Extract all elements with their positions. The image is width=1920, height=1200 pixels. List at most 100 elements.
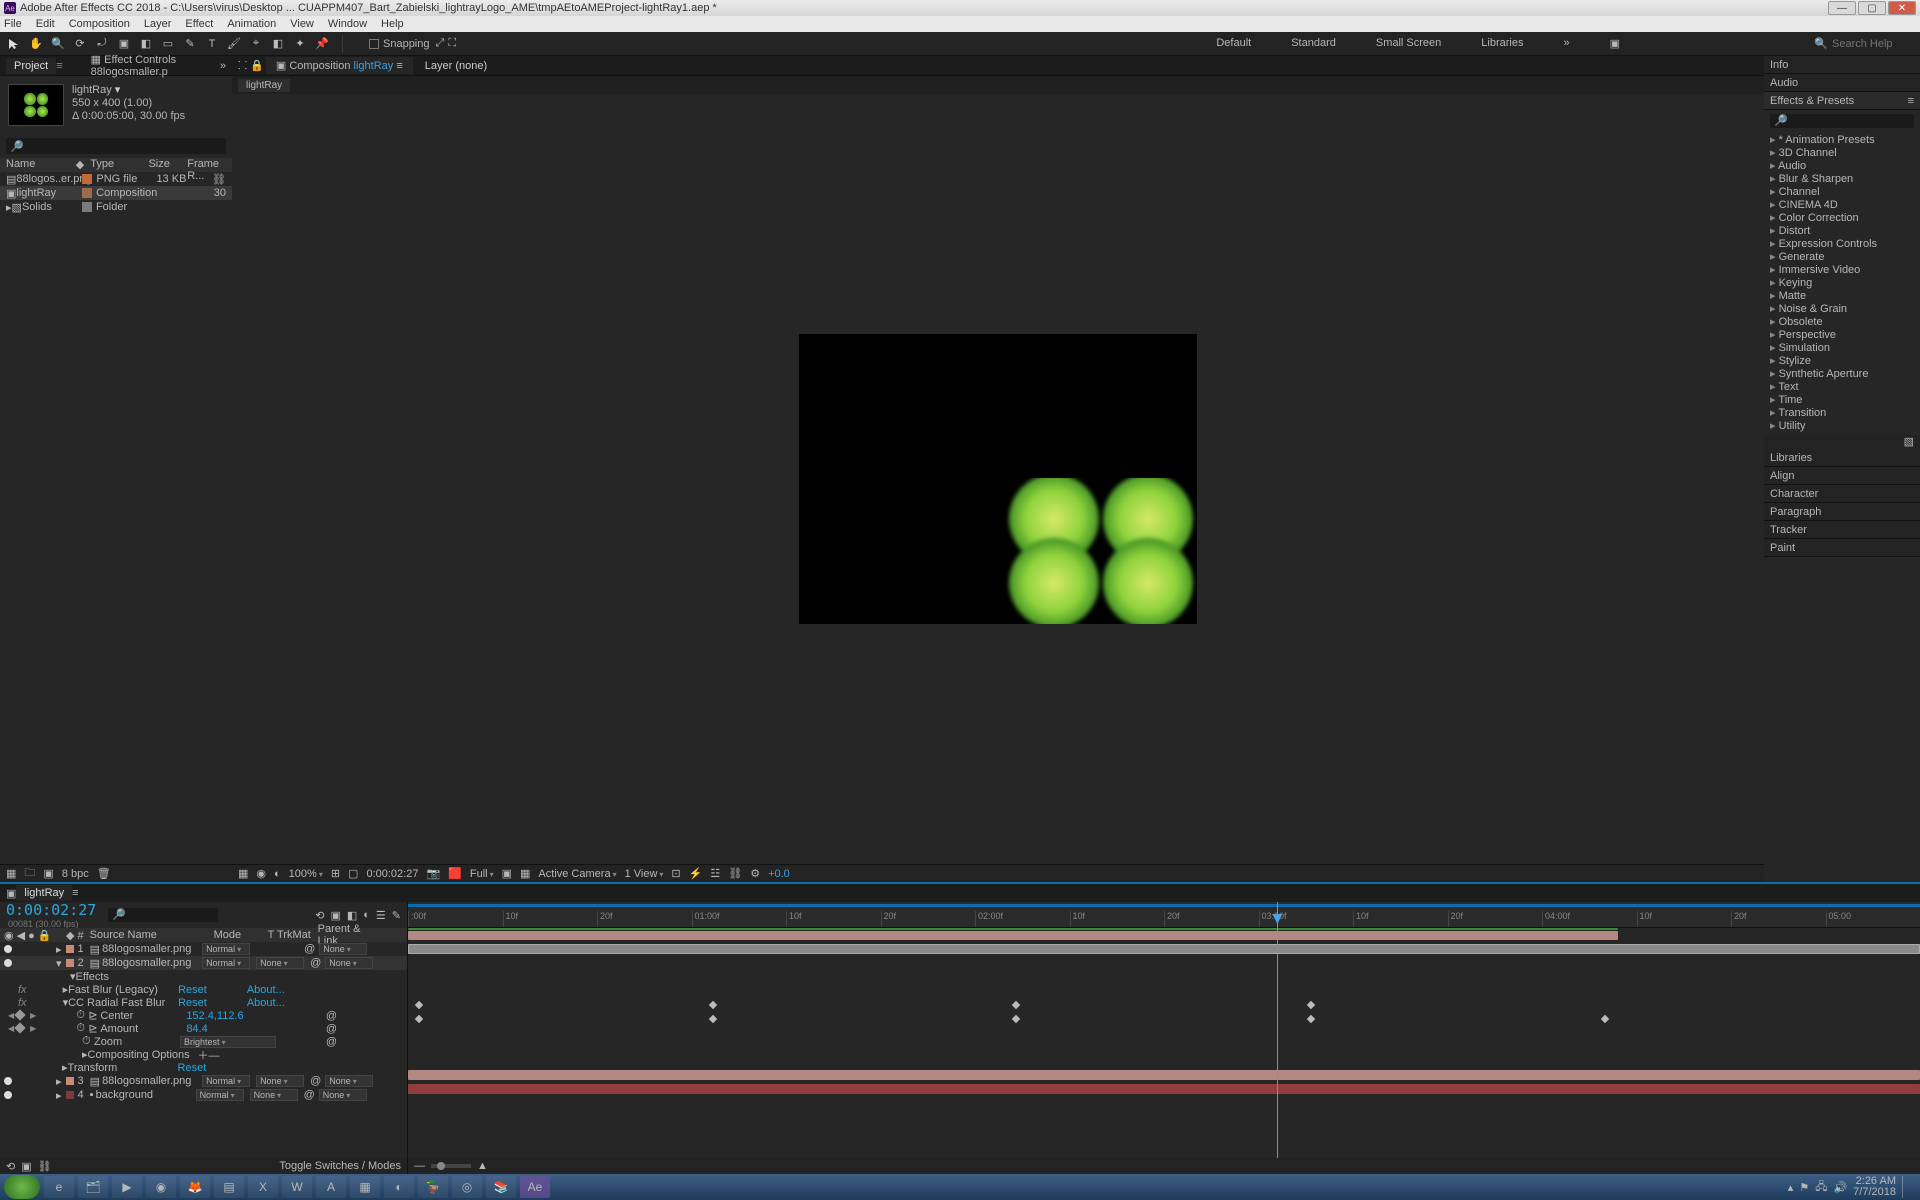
blend-mode-dropdown[interactable]: Normal	[202, 1075, 250, 1087]
transform-reset-link[interactable]: Reset	[178, 1062, 207, 1074]
label-swatch[interactable]	[82, 188, 92, 198]
taskbar-explorer-icon[interactable]: 🗂	[78, 1176, 108, 1198]
visibility-toggle-icon[interactable]	[4, 1091, 12, 1099]
taskbar-winrar-icon[interactable]: 📚	[486, 1176, 516, 1198]
new-bin-icon[interactable]: ▧	[1764, 435, 1920, 449]
effects-category[interactable]: Keying	[1770, 277, 1914, 290]
timeline-search-input[interactable]: 🔎	[108, 908, 218, 922]
tray-volume-icon[interactable]: 🔊	[1833, 1181, 1847, 1194]
stopwatch-icon[interactable]: ⏱	[82, 1035, 94, 1048]
effects-category[interactable]: Noise & Grain	[1770, 303, 1914, 316]
search-help-input[interactable]	[1832, 38, 1912, 50]
tab-composition[interactable]: ▣ Composition lightRay ≡	[266, 57, 413, 74]
effects-category[interactable]: Immersive Video	[1770, 264, 1914, 277]
effects-category[interactable]: Audio	[1770, 160, 1914, 173]
time-ruler[interactable]: :00f 10f 20f 01:00f 10f 20f 02:00f 10f 2…	[408, 902, 1920, 928]
property-value[interactable]: 152.4,112.6	[186, 1010, 243, 1022]
keyframe-toggle-icon[interactable]	[14, 1009, 25, 1020]
col-type[interactable]: Type	[90, 158, 148, 172]
taskbar-app-icon[interactable]: ◐	[384, 1176, 414, 1198]
resolution-icon[interactable]: ◐	[274, 868, 281, 880]
new-comp-icon[interactable]: ▣	[43, 867, 53, 880]
project-item-row[interactable]: ▤ 88logos..er.png PNG file 13 KB ⛓	[0, 172, 232, 186]
menu-edit[interactable]: Edit	[36, 18, 55, 30]
menu-help[interactable]: Help	[381, 18, 404, 30]
panel-libraries[interactable]: Libraries	[1764, 449, 1920, 467]
type-tool-icon[interactable]: T	[204, 36, 220, 52]
render-queue-icon[interactable]: ▣	[21, 1160, 31, 1173]
pixel-aspect-icon[interactable]: ⊡	[671, 867, 680, 880]
taskbar-media-icon[interactable]: ▶	[112, 1176, 142, 1198]
clone-tool-icon[interactable]: ⌖	[248, 36, 264, 52]
maximize-button[interactable]: ▢	[1858, 1, 1886, 15]
blend-mode-dropdown[interactable]: Normal	[196, 1089, 244, 1101]
effects-category[interactable]: Obsolete	[1770, 316, 1914, 329]
effects-category[interactable]: Distort	[1770, 225, 1914, 238]
project-panel-menu-icon[interactable]: ≡	[56, 60, 62, 72]
effects-category[interactable]: Synthetic Aperture	[1770, 368, 1914, 381]
timeline-layer-row[interactable]: ▸ 3 ▤ 88logosmaller.png Normal None @ No…	[0, 1074, 407, 1088]
pen-tool-icon[interactable]: ✎	[182, 36, 198, 52]
menu-effect[interactable]: Effect	[185, 18, 213, 30]
effect-row[interactable]: fx▸ Fast Blur (Legacy)ResetAbout...	[0, 983, 407, 996]
shape-tool-icon[interactable]: ▭	[160, 36, 176, 52]
effects-category[interactable]: Color Correction	[1770, 212, 1914, 225]
fast-preview-icon[interactable]: ⚡	[689, 867, 703, 880]
frame-blend-icon[interactable]: ◧	[347, 909, 357, 922]
project-item-row[interactable]: ▸ ▧ Solids Folder	[0, 200, 232, 214]
render-icon[interactable]: ⚙	[750, 867, 760, 880]
grid-icon[interactable]: ⊞	[331, 867, 340, 880]
disclosure-icon[interactable]: ▸	[56, 1075, 62, 1088]
tray-network-icon[interactable]: 🖧	[1815, 1178, 1827, 1197]
effects-search-input[interactable]: 🔎	[1770, 114, 1914, 128]
zoom-level[interactable]: 100%	[289, 868, 323, 880]
project-search-input[interactable]: 🔎	[6, 138, 226, 154]
col-source-name[interactable]: Source Name	[90, 929, 214, 941]
col-framerate[interactable]: Frame R...	[187, 158, 226, 172]
taskbar-calc-icon[interactable]: ▦	[350, 1176, 380, 1198]
work-area-bar[interactable]	[408, 904, 1920, 907]
effects-category[interactable]: Channel	[1770, 186, 1914, 199]
search-help[interactable]: 🔍	[1814, 37, 1912, 50]
menu-file[interactable]: File	[4, 18, 22, 30]
taskbar-aftereffects-icon[interactable]: Ae	[520, 1176, 550, 1198]
views-dropdown[interactable]: 1 View	[625, 868, 664, 880]
tab-layer[interactable]: Layer (none)	[415, 58, 497, 74]
menu-composition[interactable]: Composition	[69, 18, 130, 30]
effects-category[interactable]: Matte	[1770, 290, 1914, 303]
motion-blur-icon[interactable]: ◐	[363, 909, 370, 921]
col-size[interactable]: Size	[148, 158, 187, 172]
effects-category[interactable]: Transition	[1770, 407, 1914, 420]
timeline-layer-row[interactable]: ▸ 4 ▪ background Normal None @ None	[0, 1088, 407, 1102]
camera-tool-icon[interactable]: ▣	[116, 36, 132, 52]
timeline-icon[interactable]: ☳	[710, 867, 720, 880]
trkmat-dropdown[interactable]: None	[256, 957, 304, 969]
taskbar-cc-icon[interactable]: ◎	[452, 1176, 482, 1198]
resolution-dropdown[interactable]: Full	[470, 868, 494, 880]
minimize-button[interactable]: —	[1828, 1, 1856, 15]
effect-about-link[interactable]: About...	[247, 984, 285, 996]
effects-category[interactable]: Stylize	[1770, 355, 1914, 368]
workspace-default[interactable]: Default	[1216, 37, 1251, 50]
pickwhip-icon[interactable]: @	[304, 943, 315, 955]
delete-icon[interactable]: 🗑	[97, 867, 111, 880]
menu-view[interactable]: View	[290, 18, 314, 30]
menu-window[interactable]: Window	[328, 18, 367, 30]
zoom-in-icon[interactable]: ▲	[477, 1160, 488, 1172]
parent-dropdown[interactable]: None	[319, 943, 367, 955]
timeline-layer-row[interactable]: ▸ 1 ▤ 88logosmaller.png Normal @ None	[0, 942, 407, 956]
effects-category[interactable]: * Animation Presets	[1770, 134, 1914, 147]
toggle-shy-icon[interactable]: ⟲	[6, 1160, 15, 1173]
panel-align[interactable]: Align	[1764, 467, 1920, 485]
label-swatch[interactable]	[66, 1091, 74, 1099]
col-mode[interactable]: Mode	[214, 929, 268, 941]
timeline-zoom-bar[interactable]: — ▲	[408, 1158, 1920, 1174]
snapping-checkbox-icon[interactable]	[369, 39, 379, 49]
panel-menu-icon[interactable]: ≡	[1908, 95, 1914, 107]
effects-group[interactable]: ▾ Effects	[0, 970, 407, 983]
workspace-standard[interactable]: Standard	[1291, 37, 1336, 50]
effects-category[interactable]: Text	[1770, 381, 1914, 394]
zoom-tool-icon[interactable]: 🔍	[50, 36, 66, 52]
zoom-mode-dropdown[interactable]: Brightest	[180, 1036, 276, 1048]
effects-category[interactable]: CINEMA 4D	[1770, 199, 1914, 212]
